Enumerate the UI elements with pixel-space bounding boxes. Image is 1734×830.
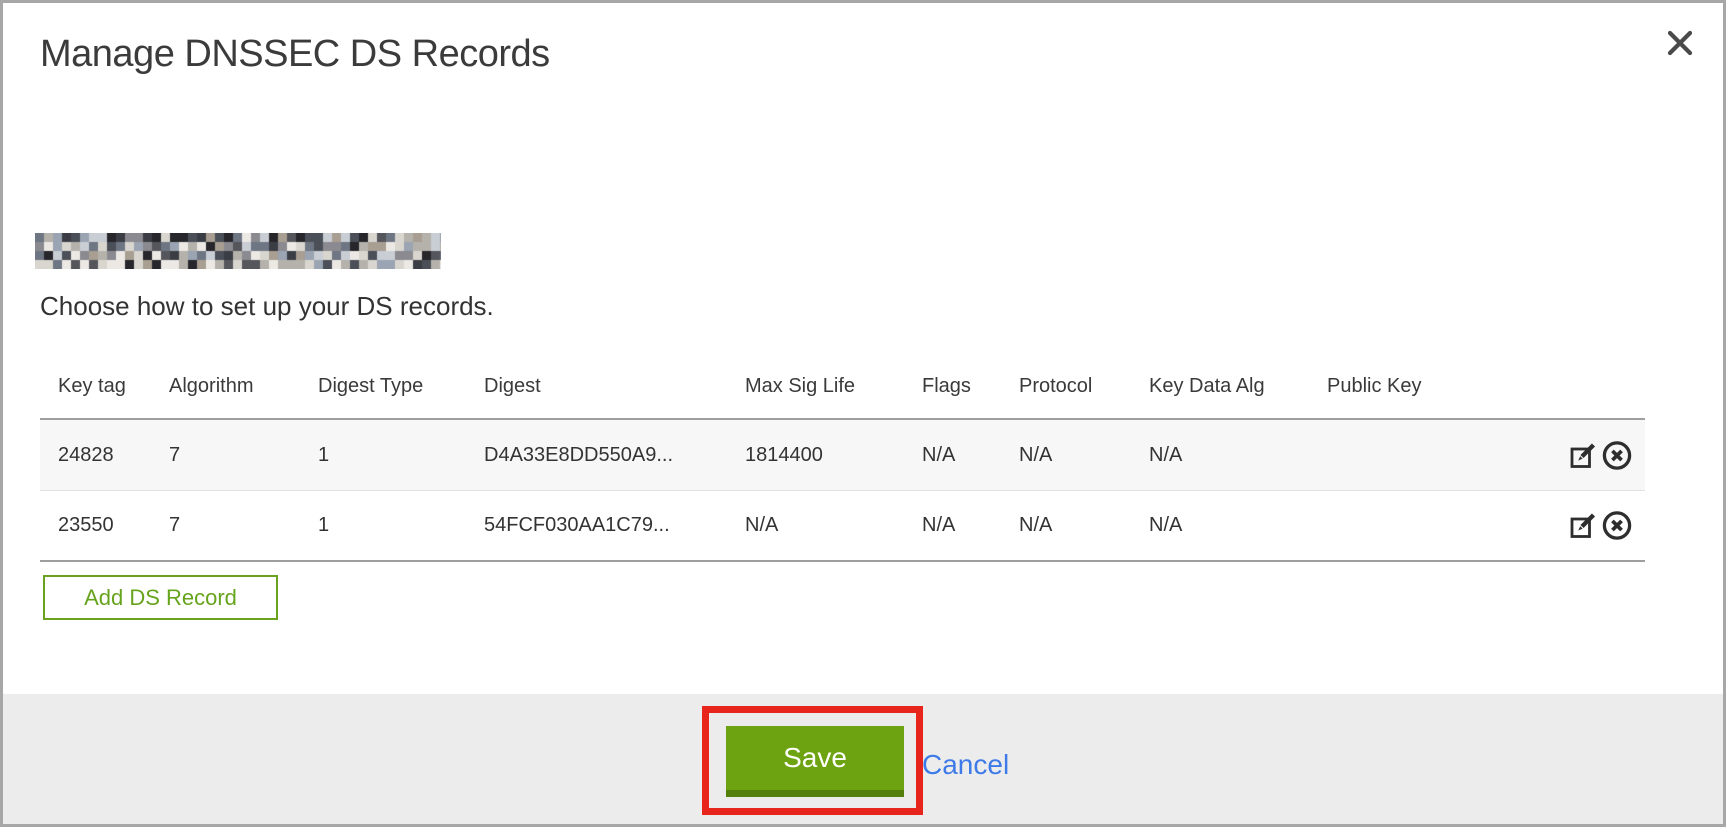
delete-icon[interactable] [1601, 510, 1633, 542]
edit-icon-glyph [1569, 511, 1598, 540]
cell-max-sig-life: 1814400 [745, 444, 922, 467]
cell-key-tag: 23550 [40, 514, 169, 537]
dnssec-dialog: Manage DNSSEC DS Records Choose how to s… [0, 0, 1726, 827]
edit-icon-glyph [1569, 441, 1598, 470]
table-body: 2482871D4A33E8DD550A9...1814400N/AN/AN/A… [40, 418, 1645, 562]
cell-flags: N/A [922, 514, 1019, 537]
cell-digest: 54FCF030AA1C79... [484, 514, 745, 537]
column-header-public-key: Public Key [1327, 375, 1482, 398]
save-button[interactable]: Save [726, 726, 904, 797]
column-header-key-tag: Key tag [40, 375, 169, 398]
cell-key-data-alg: N/A [1149, 444, 1327, 467]
delete-icon-glyph [1601, 510, 1633, 542]
cell-algorithm: 7 [169, 514, 318, 537]
cell-protocol: N/A [1019, 514, 1149, 537]
row-actions [1482, 510, 1645, 542]
page-title: Manage DNSSEC DS Records [40, 33, 550, 76]
edit-icon[interactable] [1567, 510, 1599, 542]
column-header-algorithm: Algorithm [169, 375, 318, 398]
cell-digest: D4A33E8DD550A9... [484, 444, 745, 467]
cell-max-sig-life: N/A [745, 514, 922, 537]
column-header-key-data-alg: Key Data Alg [1149, 375, 1327, 398]
close-icon-glyph [1665, 28, 1695, 58]
redacted-domain-name [35, 233, 441, 269]
column-header-flags: Flags [922, 375, 1019, 398]
delete-icon[interactable] [1601, 439, 1633, 471]
cell-protocol: N/A [1019, 444, 1149, 467]
close-icon[interactable] [1663, 27, 1697, 61]
column-header-protocol: Protocol [1019, 375, 1149, 398]
cell-key-tag: 24828 [40, 444, 169, 467]
column-header-max-sig-life: Max Sig Life [745, 375, 922, 398]
cell-algorithm: 7 [169, 444, 318, 467]
row-actions [1482, 439, 1645, 471]
cancel-link[interactable]: Cancel [922, 749, 1009, 781]
column-header-digest: Digest [484, 375, 745, 398]
column-header-digest-type: Digest Type [318, 375, 484, 398]
add-ds-record-button[interactable]: Add DS Record [43, 575, 278, 620]
cell-key-data-alg: N/A [1149, 514, 1327, 537]
table-row: 2482871D4A33E8DD550A9...1814400N/AN/AN/A [40, 420, 1645, 490]
cell-flags: N/A [922, 444, 1019, 467]
delete-icon-glyph [1601, 439, 1633, 471]
edit-icon[interactable] [1567, 439, 1599, 471]
table-header-row: Key tagAlgorithmDigest TypeDigestMax Sig… [40, 375, 1645, 398]
instruction-text: Choose how to set up your DS records. [40, 291, 494, 322]
cell-digest-type: 1 [318, 514, 484, 537]
cell-digest-type: 1 [318, 444, 484, 467]
table-row: 235507154FCF030AA1C79...N/AN/AN/AN/A [40, 490, 1645, 560]
